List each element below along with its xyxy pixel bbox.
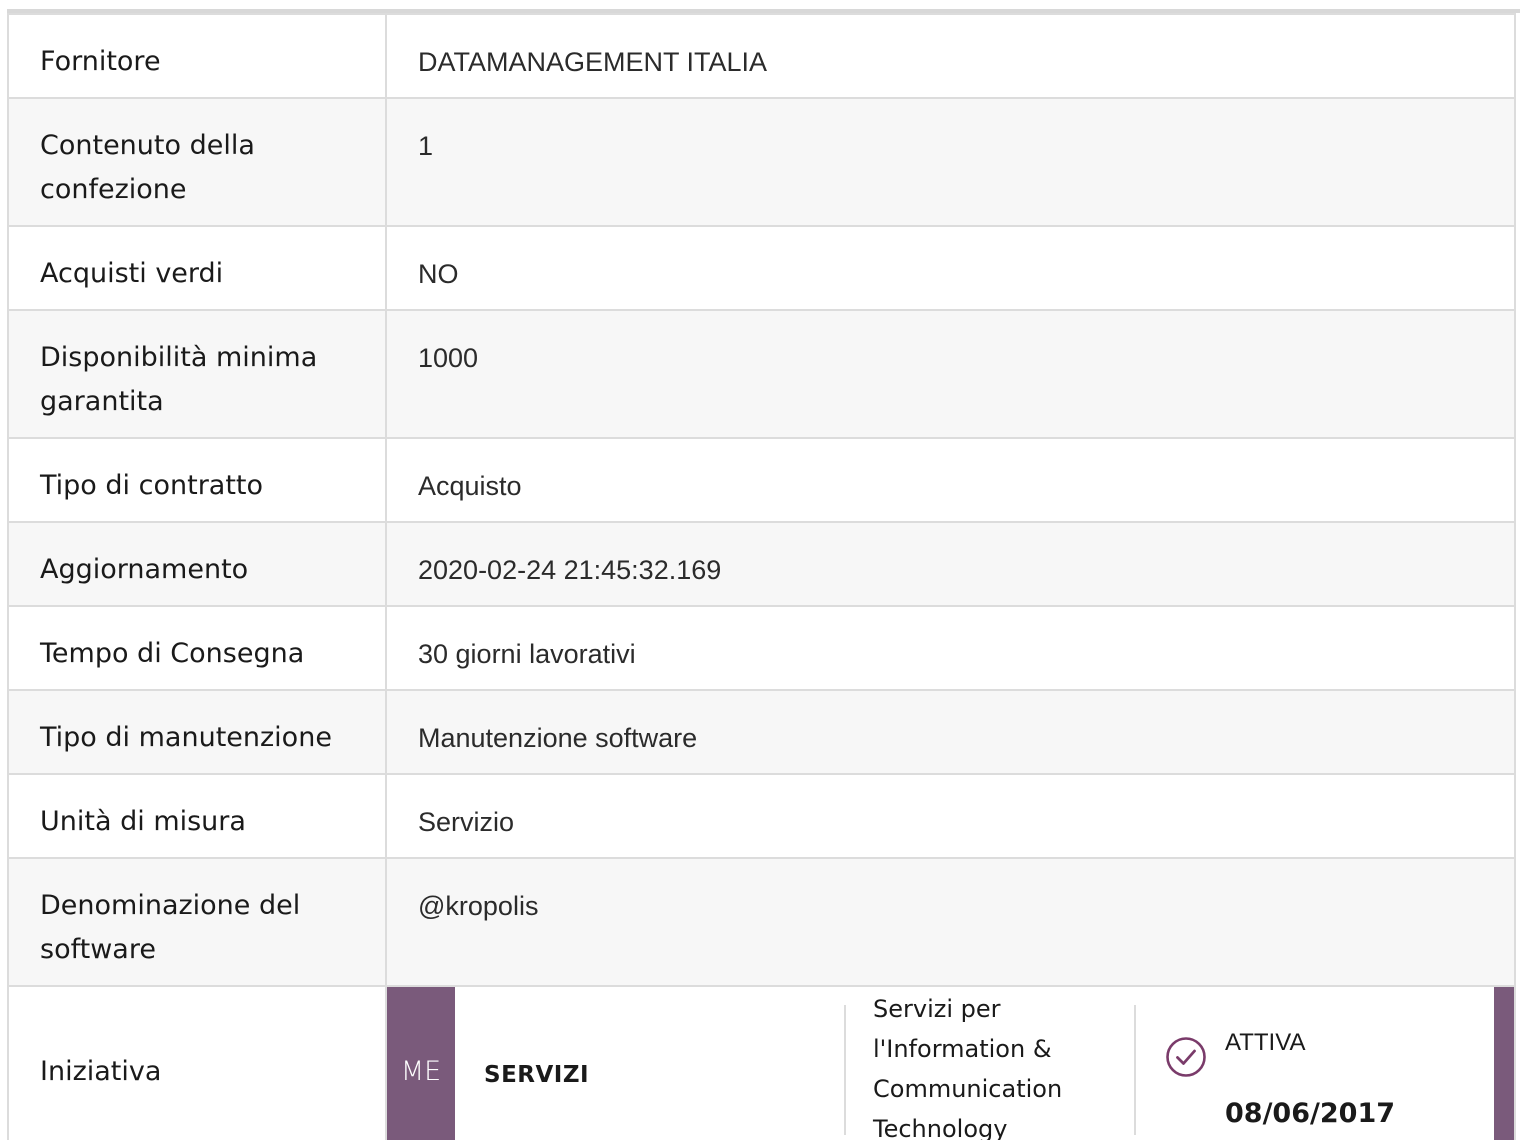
iniziativa-card[interactable]: ME SERVIZI Servizi per l'Information & C… — [385, 985, 1516, 1140]
row-label: Fornitore — [7, 13, 387, 99]
table-row: Unità di misura Servizio — [7, 773, 1516, 859]
table-row: Tipo di manutenzione Manutenzione softwa… — [7, 689, 1516, 775]
table-row: Denominazione del software @kropolis — [7, 857, 1516, 987]
iniziativa-date: 08/06/2017 — [1225, 1098, 1396, 1129]
check-circle-icon — [1166, 1037, 1206, 1077]
row-value: NO — [385, 225, 1516, 311]
table-row: Tipo di contratto Acquisto — [7, 437, 1516, 523]
row-value: 1000 — [385, 309, 1516, 439]
row-label: Aggiornamento — [7, 521, 387, 607]
row-value: 2020-02-24 21:45:32.169 — [385, 521, 1516, 607]
table-row: Contenuto della confezione 1 — [7, 97, 1516, 227]
row-label: Tipo di manutenzione — [7, 689, 387, 775]
accent-bar — [1494, 987, 1514, 1140]
row-value: DATAMANAGEMENT ITALIA — [385, 13, 1516, 99]
row-value: @kropolis — [385, 857, 1516, 987]
product-spec-table: Fornitore DATAMANAGEMENT ITALIA Contenut… — [7, 13, 1516, 1140]
row-value: 30 giorni lavorativi — [385, 605, 1516, 691]
table-row: Tempo di Consegna 30 giorni lavorativi — [7, 605, 1516, 691]
table-row: Acquisti verdi NO — [7, 225, 1516, 311]
row-label: Tempo di Consegna — [7, 605, 387, 691]
row-label: Denominazione del software — [7, 857, 387, 987]
table-row: Disponibilità minima garantita 1000 — [7, 309, 1516, 439]
row-label: Unità di misura — [7, 773, 387, 859]
row-label: Tipo di contratto — [7, 437, 387, 523]
iniziativa-label: Iniziativa — [7, 985, 387, 1140]
table-row: Fornitore DATAMANAGEMENT ITALIA — [7, 13, 1516, 99]
iniziativa-description[interactable]: Servizi per l'Information & Communicatio… — [873, 989, 1083, 1140]
row-value: 1 — [385, 97, 1516, 227]
iniziativa-row: Iniziativa ME SERVIZI Servizi per l'Info… — [7, 985, 1516, 1140]
row-label: Acquisti verdi — [7, 225, 387, 311]
marketplace-badge: ME — [387, 987, 455, 1140]
row-label: Contenuto della confezione — [7, 97, 387, 227]
table-row: Aggiornamento 2020-02-24 21:45:32.169 — [7, 521, 1516, 607]
iniziativa-type: SERVIZI — [484, 1062, 590, 1088]
status-badge: ATTIVA — [1225, 1029, 1306, 1056]
row-value: Acquisto — [385, 437, 1516, 523]
row-value: Manutenzione software — [385, 689, 1516, 775]
divider — [844, 1005, 846, 1135]
row-value: Servizio — [385, 773, 1516, 859]
product-detail-page: Fornitore DATAMANAGEMENT ITALIA Contenut… — [0, 0, 1520, 1140]
divider — [1134, 1005, 1136, 1135]
row-label: Disponibilità minima garantita — [7, 309, 387, 439]
